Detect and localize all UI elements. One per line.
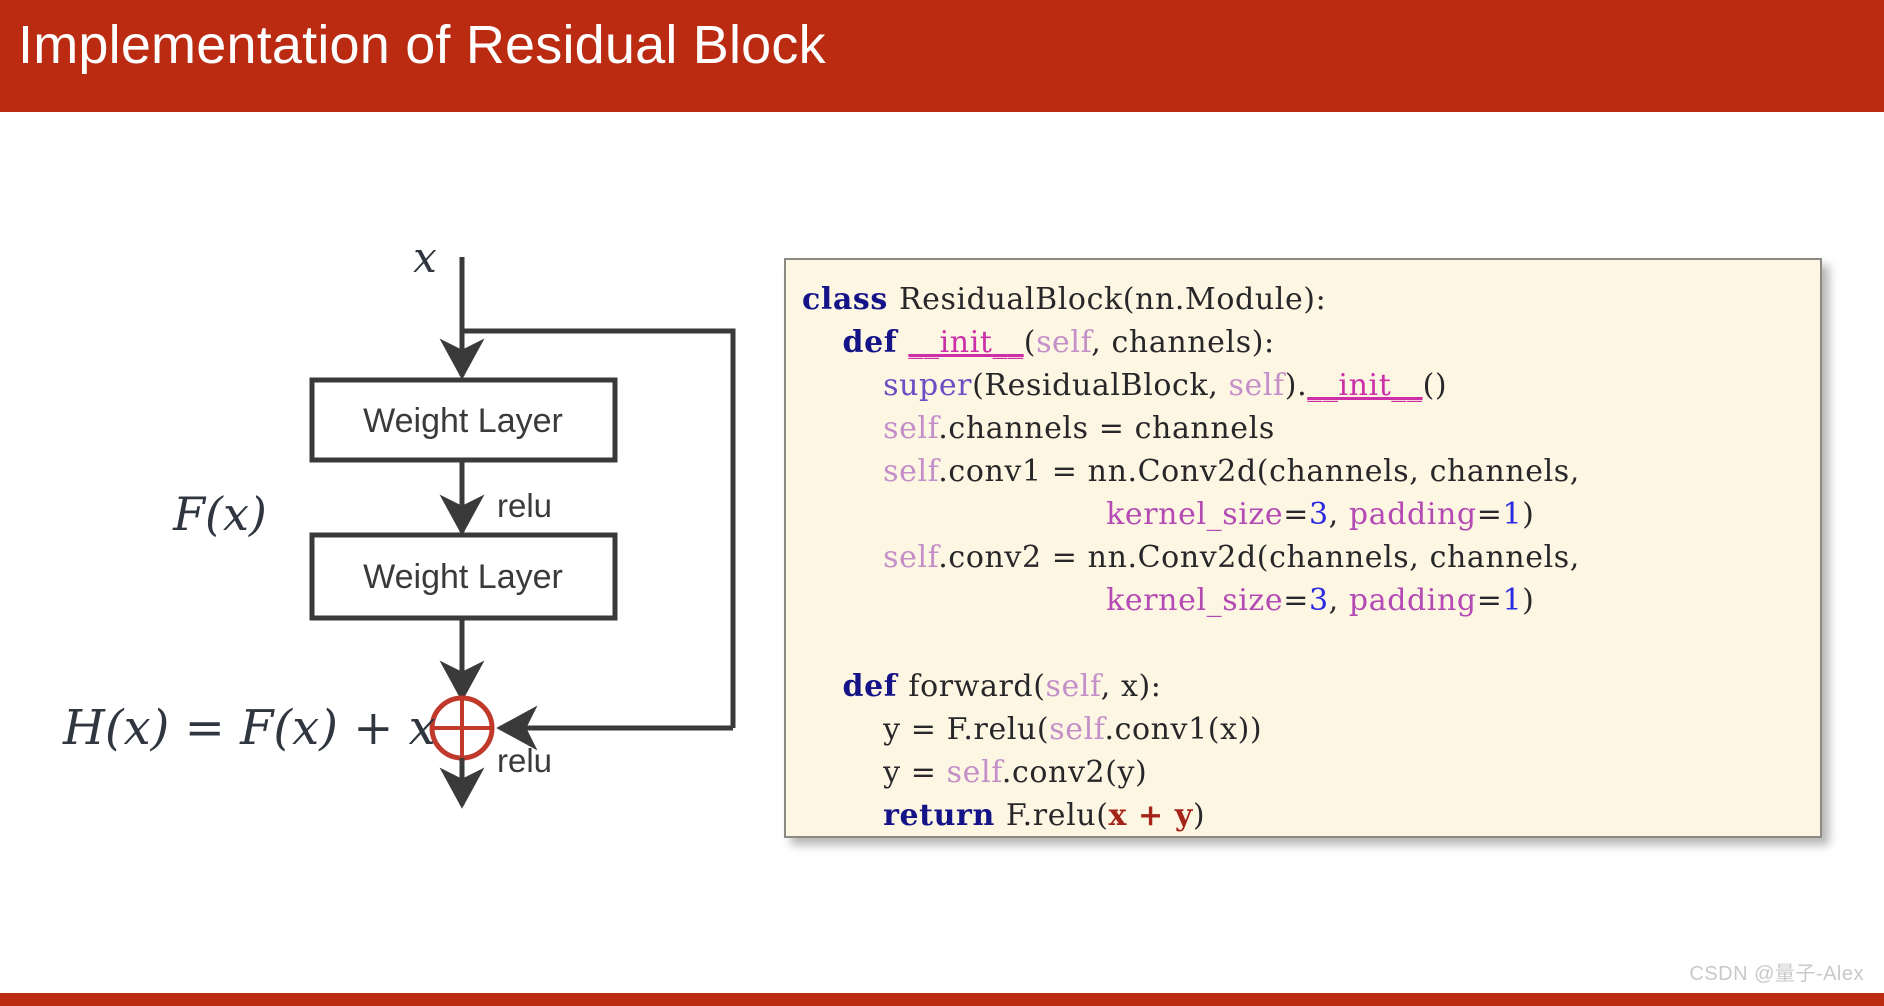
code-token: 3 (1308, 497, 1329, 532)
code-token: kernel_size (1106, 583, 1284, 618)
code-token: self (1045, 669, 1101, 704)
slide-bottom-bar (0, 993, 1884, 1006)
slide-title-bar: Implementation of Residual Block (0, 0, 1884, 112)
plus-circle-icon (429, 695, 495, 761)
code-token: self (1228, 368, 1285, 403)
input-label-x: x (413, 233, 437, 282)
code-token: x + y (1108, 798, 1193, 833)
code-token: 1 (1502, 583, 1523, 618)
code-token: def (842, 669, 909, 704)
code-token: __init__ (1307, 368, 1423, 403)
residual-block-diagram: Weight Layer relu Weight Layer relu x F(… (0, 112, 800, 892)
code-token: self (1049, 712, 1105, 747)
weight-layer-label-1: Weight Layer (363, 402, 563, 440)
code-block-panel: class ResidualBlock(nn.Module): def __in… (784, 258, 1822, 838)
code-token: return (883, 798, 1006, 833)
code-token: class (802, 282, 899, 317)
page-title: Implementation of Residual Block (18, 15, 826, 75)
code-token: self (883, 540, 939, 575)
python-source-code: class ResidualBlock(nn.Module): def __in… (802, 282, 1580, 833)
code-token: 3 (1308, 583, 1329, 618)
code-token: super (883, 368, 973, 403)
code-token: self (883, 411, 939, 446)
code-token: __init__ (908, 325, 1024, 360)
code-token: padding (1348, 497, 1477, 532)
relu-label-2: relu (497, 742, 552, 779)
code-token: def (842, 325, 909, 360)
code-token: 1 (1502, 497, 1523, 532)
weight-layer-label-2: Weight Layer (363, 558, 563, 596)
code-token: self (1036, 325, 1092, 360)
residual-label-fx: F(x) (172, 487, 267, 541)
diagram-svg: Weight Layer relu Weight Layer relu x F(… (62, 233, 736, 809)
code-token: self (946, 755, 1002, 790)
code-token: padding (1348, 583, 1477, 618)
code-token: kernel_size (1106, 497, 1284, 532)
csdn-watermark: CSDN @量子-Alex (1689, 963, 1864, 985)
output-formula-hx: H(x) = F(x) + x (62, 700, 436, 756)
code-token: self (883, 454, 939, 489)
relu-label-1: relu (497, 487, 552, 524)
